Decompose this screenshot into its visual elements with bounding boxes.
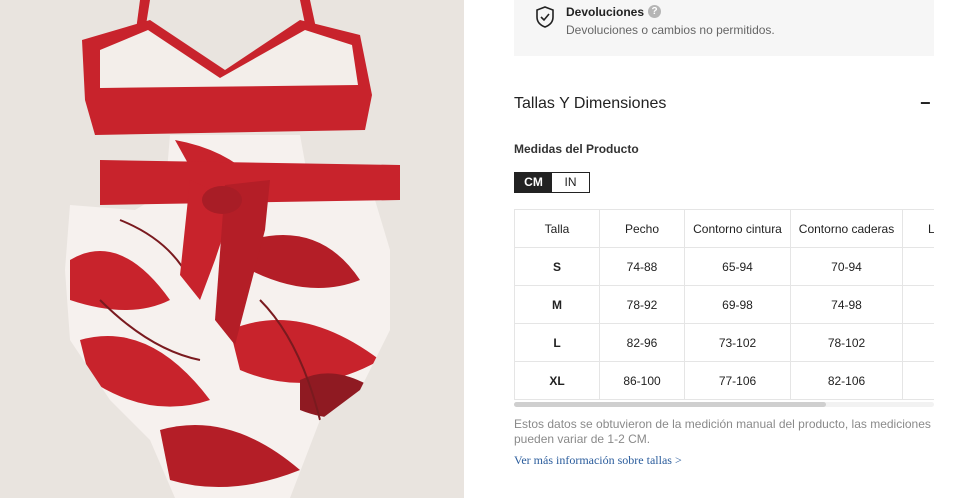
header-chest: Pecho: [599, 209, 685, 248]
returns-description: Devoluciones o cambios no permitidos.: [566, 23, 775, 37]
cell-chest: 78-92: [599, 285, 685, 324]
cell-hips: 70-94: [790, 247, 903, 286]
product-measures-label: Medidas del Producto: [514, 142, 639, 156]
table-row: S 74-88 65-94 70-94: [514, 247, 934, 286]
unit-in-button[interactable]: IN: [552, 173, 589, 192]
cell-waist: 73-102: [684, 323, 791, 362]
unit-toggle: CM IN: [514, 172, 590, 193]
cell-chest: 82-96: [599, 323, 685, 362]
table-row: L 82-96 73-102 78-102: [514, 323, 934, 362]
cell-hips: 78-102: [790, 323, 903, 362]
more-size-info-link[interactable]: Ver más información sobre tallas >: [514, 453, 682, 468]
cell-length: [902, 285, 934, 324]
measurement-note: Estos datos se obtuvieron de la medición…: [514, 417, 931, 446]
sizes-section-title[interactable]: Tallas Y Dimensiones: [514, 95, 666, 113]
header-length: L: [902, 209, 934, 248]
size-table: Talla Pecho Contorno cintura Contorno ca…: [514, 209, 934, 400]
shield-check-icon: [536, 6, 554, 28]
table-horizontal-scrollbar[interactable]: [514, 402, 934, 407]
collapse-icon[interactable]: −: [920, 94, 931, 112]
cell-size: M: [514, 285, 600, 324]
header-size: Talla: [514, 209, 600, 248]
cell-length: [902, 323, 934, 362]
size-table-container[interactable]: Talla Pecho Contorno cintura Contorno ca…: [514, 209, 934, 401]
cell-size: L: [514, 323, 600, 362]
cell-size: XL: [514, 361, 600, 400]
cell-length: [902, 247, 934, 286]
cell-size: S: [514, 247, 600, 286]
returns-info-box: Devoluciones ? Devoluciones o cambios no…: [514, 0, 934, 56]
product-image[interactable]: [0, 0, 464, 498]
cell-waist: 65-94: [684, 247, 791, 286]
header-waist: Contorno cintura: [684, 209, 791, 248]
unit-cm-button[interactable]: CM: [515, 173, 552, 192]
header-hips: Contorno caderas: [790, 209, 903, 248]
cell-waist: 77-106: [684, 361, 791, 400]
cell-chest: 74-88: [599, 247, 685, 286]
cell-waist: 69-98: [684, 285, 791, 324]
cell-chest: 86-100: [599, 361, 685, 400]
table-row: M 78-92 69-98 74-98: [514, 285, 934, 324]
swimsuit-illustration: [65, 0, 400, 498]
table-header-row: Talla Pecho Contorno cintura Contorno ca…: [514, 209, 934, 248]
cell-length: [902, 361, 934, 400]
scrollbar-thumb[interactable]: [514, 402, 826, 407]
help-icon[interactable]: ?: [648, 5, 661, 18]
cell-hips: 82-106: [790, 361, 903, 400]
product-details-panel: Devoluciones ? Devoluciones o cambios no…: [464, 0, 964, 498]
table-row: XL 86-100 77-106 82-106: [514, 361, 934, 400]
returns-title: Devoluciones: [566, 5, 645, 19]
cell-hips: 74-98: [790, 285, 903, 324]
